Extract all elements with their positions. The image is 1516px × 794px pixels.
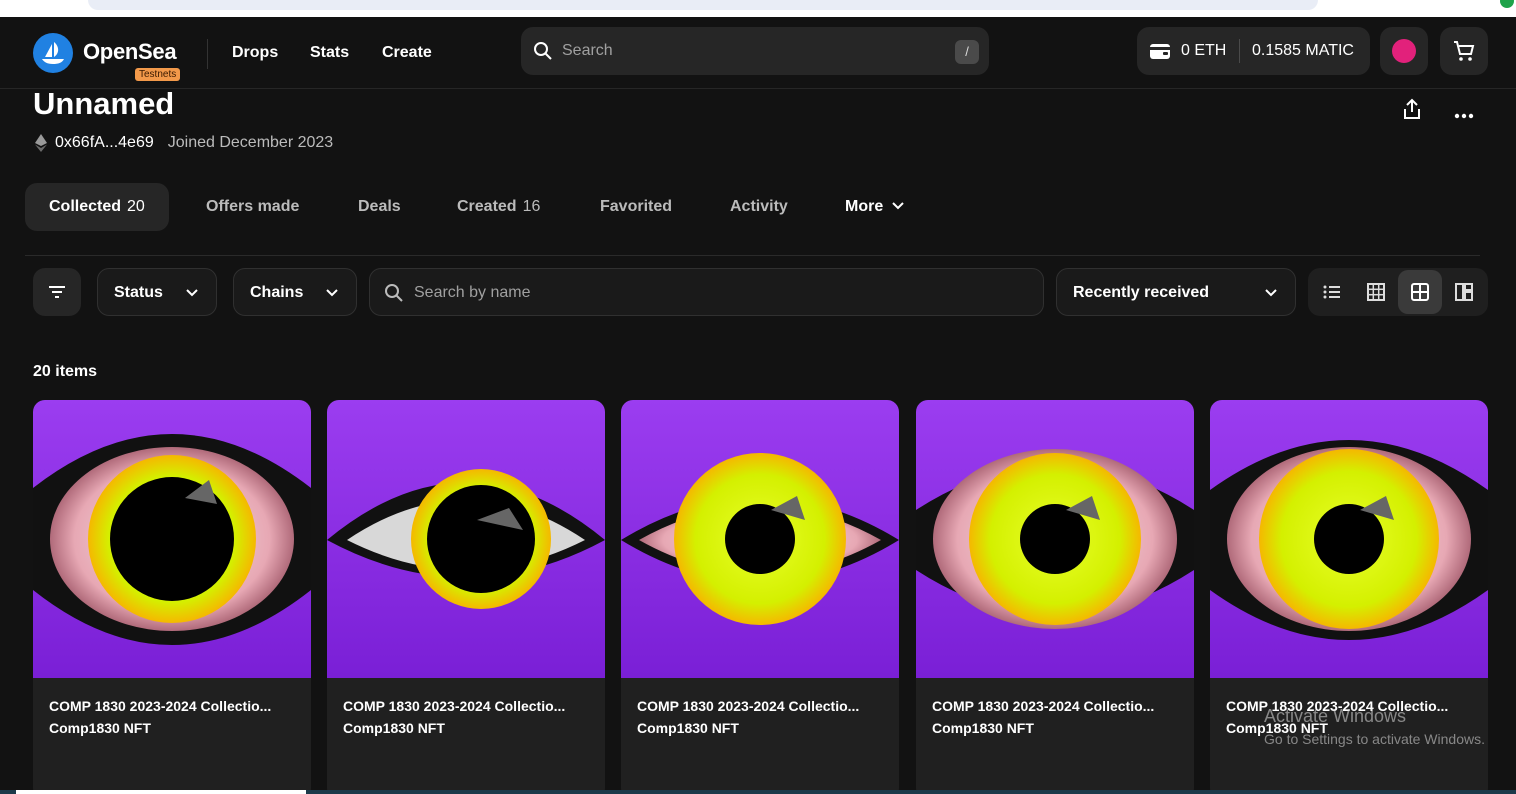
nft-collection: Comp1830 NFT <box>49 720 151 736</box>
list-view-button[interactable] <box>1310 270 1354 314</box>
nft-image <box>1210 400 1488 678</box>
nav-drops[interactable]: Drops <box>232 44 278 62</box>
nft-title: COMP 1830 2023-2024 Collectio... <box>637 698 860 714</box>
chains-label: Chains <box>250 284 304 301</box>
nft-card[interactable]: COMP 1830 2023-2024 Collectio... Comp183… <box>327 400 605 794</box>
nft-image <box>327 400 605 678</box>
opensea-logo-icon[interactable] <box>33 33 73 73</box>
wallet-address[interactable]: 0x66fA...4e69 <box>55 134 154 152</box>
list-view-icon <box>1323 285 1340 299</box>
more-icon <box>1454 113 1474 119</box>
search-by-name-placeholder: Search by name <box>414 284 531 301</box>
share-icon <box>1404 98 1420 119</box>
nft-card[interactable]: COMP 1830 2023-2024 Collectio... Comp183… <box>33 400 311 794</box>
browser-url-bar[interactable] <box>88 0 1318 10</box>
tab-count: 16 <box>522 198 541 215</box>
tab-activity[interactable]: Activity <box>730 183 788 231</box>
browser-chrome <box>0 0 1516 17</box>
nft-collection: Comp1830 NFT <box>637 720 739 736</box>
nav-stats[interactable]: Stats <box>310 44 349 62</box>
tab-offers-made[interactable]: Offers made <box>206 183 299 231</box>
watermark-subtitle: Go to Settings to activate Windows. <box>1264 731 1485 747</box>
tabs-divider <box>25 255 1480 256</box>
filter-toggle-button[interactable] <box>33 268 81 316</box>
grid-small-icon <box>1367 283 1385 301</box>
tab-favorited[interactable]: Favorited <box>600 183 672 231</box>
search-placeholder: Search <box>562 42 613 59</box>
chains-dropdown[interactable]: Chains <box>233 268 357 316</box>
ethereum-icon <box>35 134 47 152</box>
cart-button[interactable] <box>1440 27 1488 75</box>
search-shortcut-key: / <box>955 40 979 64</box>
nft-title: COMP 1830 2023-2024 Collectio... <box>932 698 1155 714</box>
nft-image <box>621 400 899 678</box>
wallet-balance-button[interactable]: 0 ETH 0.1585 MATIC <box>1137 27 1370 75</box>
chevron-down-icon <box>1265 289 1277 297</box>
search-icon <box>385 284 403 302</box>
masonry-view-button[interactable] <box>1442 270 1486 314</box>
nft-title: COMP 1830 2023-2024 Collectio... <box>49 698 272 714</box>
wallet-divider <box>1239 39 1240 63</box>
status-dropdown[interactable]: Status <box>97 268 217 316</box>
cart-icon <box>1454 41 1475 61</box>
nft-title: COMP 1830 2023-2024 Collectio... <box>343 698 566 714</box>
sort-dropdown[interactable]: Recently received <box>1056 268 1296 316</box>
profile-meta: 0x66fA...4e69 Joined December 2023 <box>35 134 333 152</box>
large-grid-view-button[interactable] <box>1398 270 1442 314</box>
avatar <box>1392 39 1416 63</box>
joined-date: Joined December 2023 <box>167 134 334 151</box>
sort-label: Recently received <box>1073 284 1210 301</box>
filter-icon <box>49 286 65 298</box>
tab-collected[interactable]: Collected 20 <box>25 183 169 231</box>
watermark-title: Activate Windows <box>1264 706 1407 726</box>
nft-collection: Comp1830 NFT <box>932 720 1034 736</box>
nft-card[interactable]: COMP 1830 2023-2024 Collectio... Comp183… <box>916 400 1194 794</box>
grid-large-icon <box>1411 283 1429 301</box>
search-icon <box>533 41 553 66</box>
global-search-input[interactable]: Search / <box>521 27 989 75</box>
profile-name: Unnamed <box>33 86 175 121</box>
tab-count: 20 <box>127 198 145 215</box>
tab-deals[interactable]: Deals <box>358 183 401 231</box>
nav-create[interactable]: Create <box>382 44 432 62</box>
eth-balance: 0 ETH <box>1181 42 1227 59</box>
profile-menu-button[interactable] <box>1380 27 1428 75</box>
top-navigation: OpenSea Testnets Drops Stats Create Sear… <box>0 17 1516 89</box>
nft-image <box>916 400 1194 678</box>
testnets-badge: Testnets <box>135 68 181 81</box>
profile-tabs: Collected 20 Offers made Deals Created 16 … <box>25 183 1480 231</box>
view-mode-toggle <box>1308 268 1488 316</box>
nft-card[interactable]: COMP 1830 2023-2024 Collectio... Comp183… <box>621 400 899 794</box>
chevron-down-icon <box>186 289 198 297</box>
status-label: Status <box>114 284 163 301</box>
tab-created[interactable]: Created 16 <box>457 183 540 231</box>
matic-balance: 0.1585 MATIC <box>1252 42 1354 59</box>
windows-activation-watermark: Activate Windows Go to Settings to activ… <box>1264 706 1485 747</box>
tab-more[interactable]: More <box>845 183 905 231</box>
share-button[interactable] <box>1401 97 1423 126</box>
nft-collection: Comp1830 NFT <box>343 720 445 736</box>
chevron-down-icon <box>326 289 338 297</box>
wallet-icon <box>1149 41 1171 66</box>
small-grid-view-button[interactable] <box>1354 270 1398 314</box>
nav-divider <box>207 39 208 69</box>
brand-name[interactable]: OpenSea <box>83 39 177 65</box>
search-by-name-input[interactable]: Search by name <box>369 268 1044 316</box>
chevron-down-icon <box>891 202 904 210</box>
masonry-icon <box>1455 283 1473 301</box>
more-options-button[interactable] <box>1454 106 1474 124</box>
items-count: 20 items <box>33 363 98 380</box>
browser-profile-icon[interactable] <box>1500 0 1514 8</box>
os-taskbar <box>0 790 1516 794</box>
taskbar-search[interactable] <box>16 790 306 794</box>
nft-image <box>33 400 311 678</box>
